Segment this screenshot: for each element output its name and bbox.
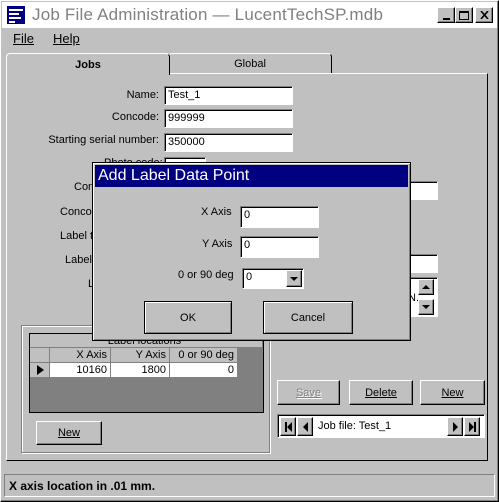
cell-x[interactable]: 10160 — [50, 363, 111, 378]
menu-bar: File Help — [2, 28, 497, 48]
dialog-ok-button[interactable]: OK — [144, 301, 232, 334]
dialog-cancel-label: Cancel — [290, 311, 326, 324]
last-record-icon — [468, 421, 476, 432]
name-label: Name: — [126, 89, 159, 101]
first-record-button[interactable] — [280, 417, 296, 436]
concode-label: Concode: — [111, 111, 159, 123]
cell-deg[interactable]: 0 — [170, 363, 238, 378]
serial-field[interactable]: 350000 — [164, 133, 293, 152]
cell-y[interactable]: 1800 — [111, 363, 170, 378]
save-button[interactable]: Save — [277, 380, 340, 405]
dialog-y-label: Y Axis — [202, 238, 233, 250]
partial-label-3: Label t — [60, 230, 94, 242]
dialog-x-field[interactable]: 0 — [240, 206, 319, 228]
new-job-button[interactable]: New — [420, 380, 485, 405]
minimize-icon — [442, 17, 450, 20]
dialog-title-bar: Add Label Data Point — [95, 165, 408, 187]
list-scroll-down[interactable] — [418, 299, 434, 315]
partial-label-2: Conco — [60, 206, 92, 218]
chevron-down-icon — [290, 276, 298, 281]
dialog-deg-value: 0 — [246, 271, 253, 283]
menu-help[interactable]: Help — [53, 31, 80, 46]
grid-header-deg[interactable]: 0 or 90 deg — [170, 348, 238, 363]
list-scroll-up[interactable] — [418, 279, 434, 295]
grid-header-x[interactable]: X Axis — [50, 348, 111, 363]
up-arrow-icon — [422, 285, 430, 289]
delete-label: Delete — [365, 386, 397, 399]
status-bar: X axis location in .01 mm. — [4, 474, 495, 497]
deg-dropdown-button[interactable] — [286, 270, 302, 287]
next-record-icon — [452, 421, 458, 432]
save-label: Save — [295, 386, 322, 399]
grid-header-y[interactable]: Y Axis — [111, 348, 170, 363]
dialog-title: Add Label Data Point — [98, 167, 250, 184]
last-record-button[interactable] — [464, 417, 480, 436]
new-location-label: New — [57, 427, 80, 439]
serial-label: Starting serial number: — [48, 134, 159, 146]
next-record-button[interactable] — [447, 417, 463, 436]
tab-jobs-label: Jobs — [75, 58, 101, 71]
close-button[interactable] — [475, 7, 493, 23]
tab-global-label: Global — [234, 57, 266, 70]
app-icon — [7, 6, 25, 24]
label-locations-grid[interactable]: Label locations X Axis Y Axis 0 or 90 de… — [29, 333, 264, 413]
prev-record-button[interactable] — [297, 417, 313, 436]
menu-file[interactable]: File — [13, 31, 34, 46]
tab-jobs[interactable]: Jobs — [6, 53, 170, 75]
title-bar: Job File Administration — LucentTechSP.m… — [2, 2, 497, 28]
name-field[interactable]: Test_1 — [164, 86, 293, 105]
navigator-caption: Job file: Test_1 — [318, 420, 392, 432]
dialog-cancel-button[interactable]: Cancel — [263, 301, 353, 334]
partial-label-4: Label — [65, 254, 92, 266]
first-record-icon — [284, 421, 292, 432]
row-selector[interactable] — [30, 363, 50, 378]
dialog-x-label: X Axis — [201, 206, 232, 218]
dialog-deg-label: 0 or 90 deg — [178, 269, 234, 281]
new-job-label: New — [441, 386, 464, 399]
add-label-dialog: Add Label Data Point X Axis 0 Y Axis 0 0… — [92, 162, 411, 341]
maximize-icon — [459, 10, 469, 20]
grid-corner — [30, 348, 50, 363]
maximize-button[interactable] — [455, 7, 473, 23]
status-text: X axis location in .01 mm. — [9, 479, 156, 493]
concode-field[interactable]: 999999 — [164, 109, 293, 128]
dialog-y-field[interactable]: 0 — [240, 236, 319, 258]
delete-button[interactable]: Delete — [349, 380, 413, 405]
close-icon — [479, 11, 489, 19]
new-location-button[interactable]: New — [36, 421, 102, 445]
tab-global[interactable]: Global — [168, 53, 332, 73]
down-arrow-icon — [422, 305, 430, 309]
dialog-ok-label: OK — [180, 311, 196, 324]
row-pointer-icon — [37, 365, 44, 375]
minimize-button[interactable] — [437, 7, 455, 23]
window-title: Job File Administration — LucentTechSP.m… — [32, 5, 384, 24]
prev-record-icon — [302, 421, 308, 432]
